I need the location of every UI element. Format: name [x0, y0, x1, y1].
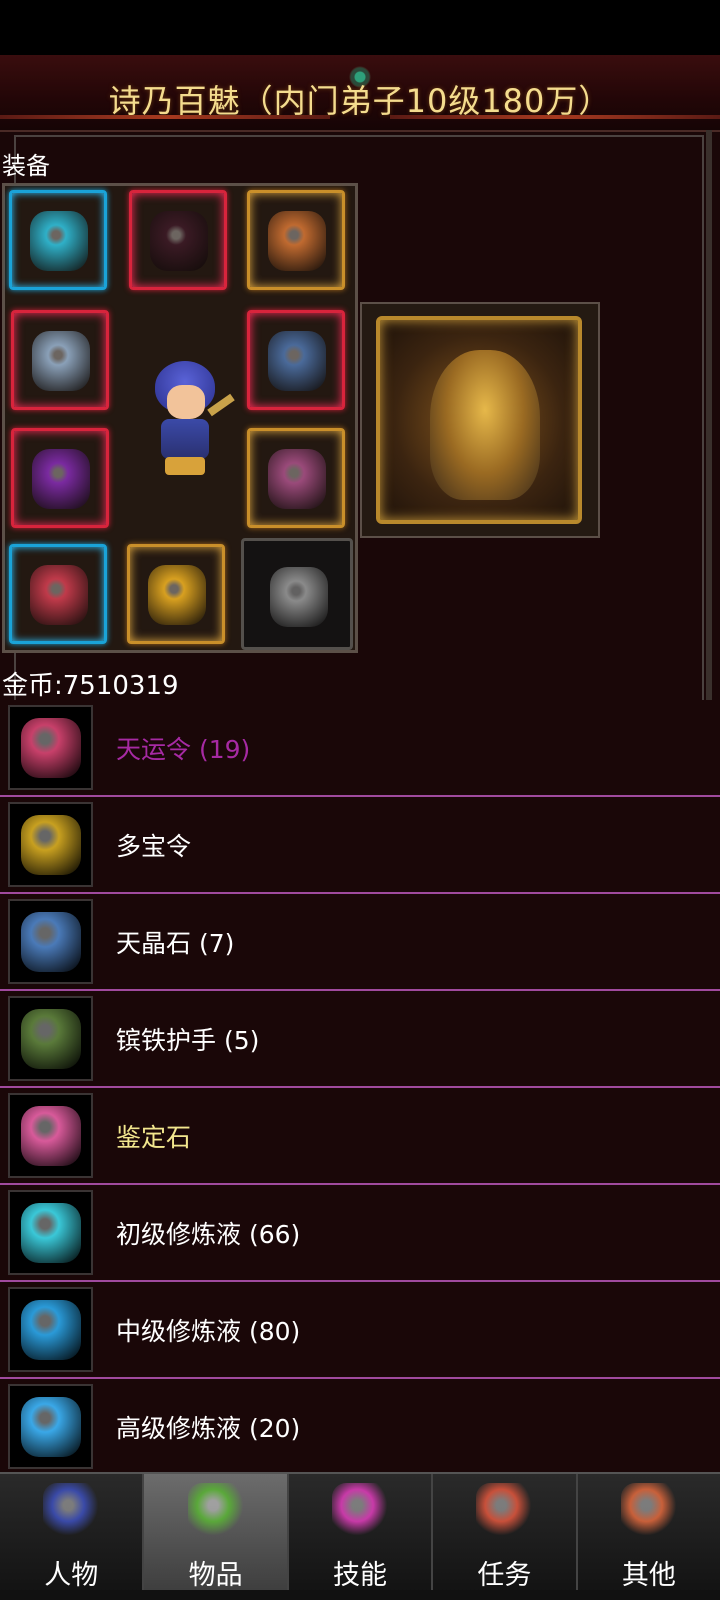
featured-equipment-slot[interactable]: [360, 302, 600, 538]
equip-slot-belt[interactable]: [127, 544, 225, 644]
items-potion-icon: [187, 1483, 244, 1539]
item-icon-frame: [8, 1384, 93, 1469]
helmet-icon: [30, 211, 88, 271]
other-icon: [620, 1483, 677, 1539]
tab-label: 人物: [44, 1560, 99, 1591]
bottom-tab-bar: 人物 物品 技能 任务 其他: [0, 1472, 720, 1600]
equip-slot-ring[interactable]: [241, 538, 353, 650]
equip-slot-weapon[interactable]: [11, 310, 109, 410]
character-icon: [43, 1483, 100, 1539]
list-item[interactable]: 鉴定石: [0, 1088, 720, 1185]
equipment-grid: [2, 183, 358, 653]
equip-slot-wings[interactable]: [129, 190, 227, 290]
skills-icon: [332, 1483, 389, 1539]
page-title: 诗乃百魅（内门弟子10级180万）: [108, 82, 612, 120]
item-icon-frame: [8, 1287, 93, 1372]
item-icon-frame: [8, 705, 93, 790]
gold-balance: 金币:7510319: [2, 671, 179, 701]
equip-slot-offhand[interactable]: [247, 310, 345, 410]
belt-icon: [148, 565, 206, 625]
game-screen: 诗乃百魅（内门弟子10级180万） 装备 金币:7510319 天运令 (19)…: [0, 0, 720, 1600]
list-item[interactable]: 中级修炼液 (80): [0, 1282, 720, 1379]
avatar-legs: [165, 457, 205, 475]
item-name: 多宝令: [116, 832, 192, 861]
bracer-icon: [268, 449, 326, 509]
potion-bottle-icon: [20, 1396, 81, 1457]
list-item[interactable]: 天运令 (19): [0, 700, 720, 797]
list-item[interactable]: 天晶石 (7): [0, 894, 720, 991]
tab-label: 技能: [333, 1560, 388, 1591]
item-name: 初级修炼液 (66): [116, 1220, 301, 1249]
equip-slot-helmet[interactable]: [9, 190, 107, 290]
potion-flask-icon: [20, 1299, 81, 1360]
treasure-token-icon: [20, 814, 81, 875]
item-name: 镔铁护手 (5): [116, 1026, 260, 1055]
item-name: 天运令 (19): [116, 735, 251, 764]
list-item[interactable]: 镔铁护手 (5): [0, 991, 720, 1088]
avatar-face: [167, 385, 205, 419]
item-icon-frame: [8, 899, 93, 984]
item-name: 高级修炼液 (20): [116, 1414, 301, 1443]
equip-slot-boots[interactable]: [9, 544, 107, 644]
tab-other[interactable]: 其他: [578, 1474, 720, 1600]
character-avatar: [149, 361, 235, 481]
featured-frame: [376, 316, 582, 524]
status-bar: [0, 0, 720, 55]
equipment-label: 装备: [2, 152, 50, 180]
quests-icon: [476, 1483, 533, 1539]
avatar-body: [161, 419, 209, 459]
item-name: 鉴定石: [116, 1123, 192, 1152]
boots-icon: [30, 565, 88, 625]
fortune-token-icon: [20, 717, 81, 778]
blade-icon: [268, 331, 326, 391]
equip-slot-gloves[interactable]: [11, 428, 109, 528]
list-item[interactable]: 初级修炼液 (66): [0, 1185, 720, 1282]
equip-slot-amulet[interactable]: [247, 190, 345, 290]
equip-slot-bracer[interactable]: [247, 428, 345, 528]
item-name: 天晶石 (7): [116, 929, 235, 958]
appraisal-stone-icon: [20, 1105, 81, 1166]
amulet-icon: [268, 211, 326, 271]
iron-gauntlet-icon: [20, 1008, 81, 1069]
item-name: 中级修炼液 (80): [116, 1317, 301, 1346]
crystal-stone-icon: [20, 911, 81, 972]
item-icon-frame: [8, 802, 93, 887]
tab-label: 物品: [188, 1560, 243, 1591]
tab-character[interactable]: 人物: [0, 1474, 145, 1600]
list-item[interactable]: 高级修炼液 (20): [0, 1379, 720, 1472]
gauntlet-icon: [32, 449, 90, 509]
mount-beast-icon: [430, 350, 540, 500]
sword-icon: [32, 331, 90, 391]
ring-icon: [270, 567, 328, 627]
tab-skills[interactable]: 技能: [289, 1474, 434, 1600]
tab-label: 任务: [477, 1560, 532, 1591]
tab-quests[interactable]: 任务: [433, 1474, 578, 1600]
wings-icon: [150, 211, 208, 271]
item-icon-frame: [8, 1190, 93, 1275]
tab-items[interactable]: 物品: [144, 1474, 289, 1600]
potion-vial-icon: [20, 1202, 81, 1263]
list-item[interactable]: 多宝令: [0, 797, 720, 894]
home-indicator: [0, 1590, 720, 1600]
item-icon-frame: [8, 996, 93, 1081]
tab-label: 其他: [621, 1560, 676, 1591]
item-icon-frame: [8, 1093, 93, 1178]
